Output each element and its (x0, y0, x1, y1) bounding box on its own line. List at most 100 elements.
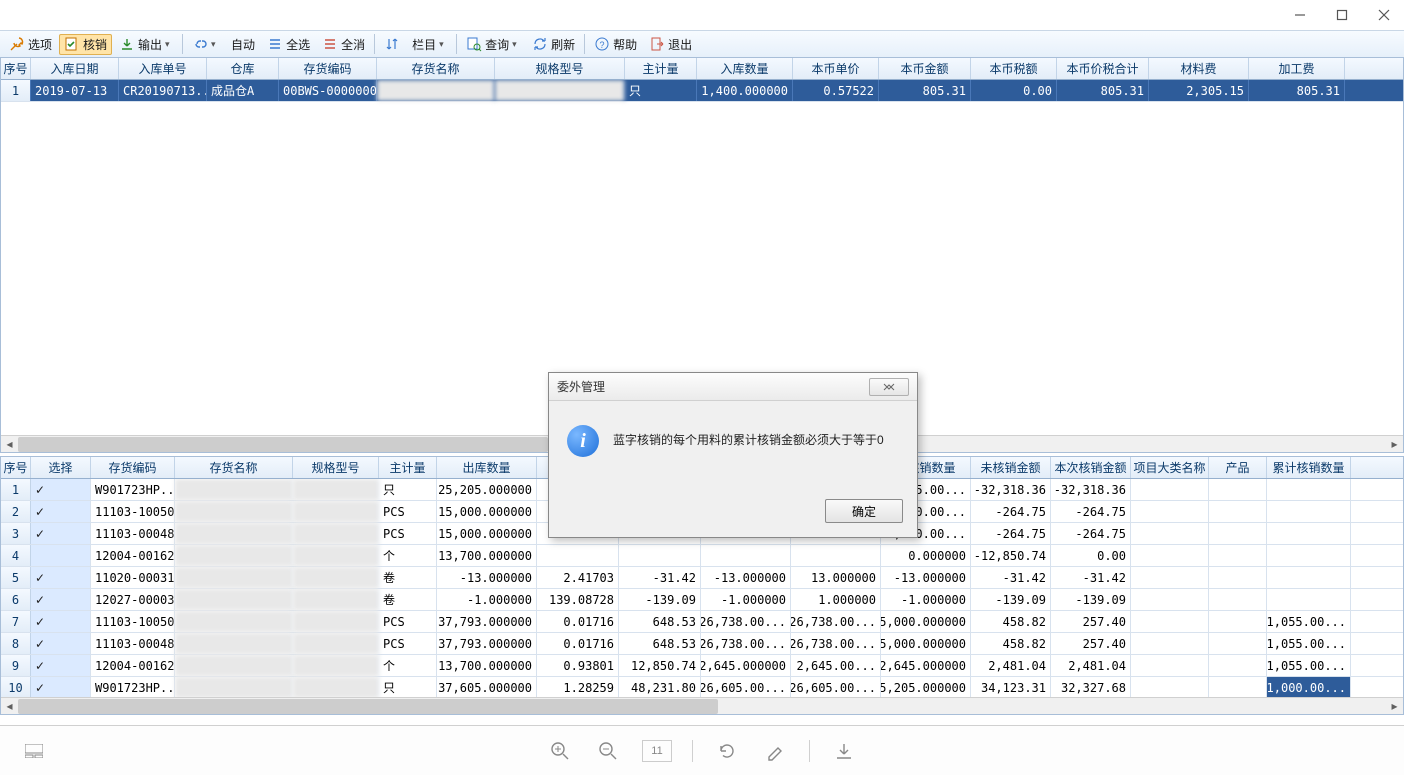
col-uom[interactable]: 主计量 (625, 58, 697, 79)
col-wh[interactable]: 仓库 (207, 58, 279, 79)
col-docno[interactable]: 入库单号 (119, 58, 207, 79)
cell-thisamt: 32,327.68 (1051, 677, 1131, 697)
col-name[interactable]: 存货名称 (377, 58, 495, 79)
col-price[interactable]: 本币单价 (793, 58, 879, 79)
cell-unamt: -264.75 (971, 523, 1051, 544)
cell-c8: 48,231.80 (619, 677, 701, 697)
col-code[interactable]: 存货编码 (91, 457, 175, 478)
chevron-down-icon: ▾ (512, 39, 520, 50)
col-proc[interactable]: 加工费 (1249, 58, 1345, 79)
help-label: 帮助 (613, 36, 637, 53)
table-row[interactable]: 8✓11103-00048xxxxxxxxPCS37,793.0000000.0… (1, 633, 1403, 655)
help-button[interactable]: ? 帮助 (589, 34, 642, 55)
table-row[interactable]: 7✓11103-10050xxxxxxxxPCS37,793.0000000.0… (1, 611, 1403, 633)
scroll-thumb[interactable] (18, 437, 548, 452)
cell-cum (1267, 545, 1351, 566)
cell-uom: PCS (379, 501, 437, 522)
col-spec[interactable]: 规格型号 (293, 457, 379, 478)
cell-thisamt: -31.42 (1051, 567, 1131, 588)
download-button[interactable] (830, 737, 858, 765)
col-outqty[interactable]: 出库数量 (437, 457, 537, 478)
col-thisamt[interactable]: 本次核销金额 (1051, 457, 1131, 478)
auto-button[interactable]: 自动 (226, 34, 260, 55)
verify-button[interactable]: 核销 (59, 34, 112, 55)
cell-name: xxxx (175, 479, 293, 500)
verify-label: 核销 (83, 36, 107, 53)
options-button[interactable]: 选项 (4, 34, 57, 55)
layout-icon[interactable] (20, 737, 48, 765)
col-sel[interactable]: 选择 (31, 457, 91, 478)
row-seq: 2 (1, 501, 31, 522)
separator (809, 740, 810, 762)
cell-unamt: -12,850.74 (971, 545, 1051, 566)
scroll-left-icon[interactable]: ◂ (1, 436, 18, 453)
col-tax[interactable]: 本币税额 (971, 58, 1057, 79)
cell-spec: xxxx (293, 545, 379, 566)
dialog-close-button[interactable] (869, 378, 909, 396)
scroll-right-icon[interactable]: ▸ (1386, 698, 1403, 715)
cell-spec: xxxx (293, 677, 379, 697)
edit-button[interactable] (761, 737, 789, 765)
ok-button[interactable]: 确定 (825, 499, 903, 523)
table-row[interactable]: 10✓W901723HP..xxxxxxxx只37,605.0000001.28… (1, 677, 1403, 697)
zoom-out-button[interactable] (594, 737, 622, 765)
zoom-in-button[interactable] (546, 737, 574, 765)
table-row[interactable]: 1 2019-07-13 CR20190713... 成品仓A 00BWS-00… (1, 80, 1403, 102)
col-seq[interactable]: 序号 (1, 58, 31, 79)
col-mat[interactable]: 材料费 (1149, 58, 1249, 79)
col-date[interactable]: 入库日期 (31, 58, 119, 79)
sort-button[interactable] (379, 34, 405, 54)
query-button[interactable]: 查询 ▾ (461, 34, 525, 55)
table-row[interactable]: 9✓12004-00162xxxxxxxx个13,700.0000000.938… (1, 655, 1403, 677)
statusbar: 11 (0, 725, 1404, 775)
link-button[interactable]: ▾ (187, 34, 224, 54)
scroll-left-icon[interactable]: ◂ (1, 698, 18, 715)
cell-code: W901723HP.. (91, 479, 175, 500)
exit-button[interactable]: 退出 (644, 34, 697, 55)
cell-name: xxxx (175, 677, 293, 697)
table-row[interactable]: 412004-00162xxxxxxxx个-13,700.0000000.000… (1, 545, 1403, 567)
main-toolbar: 选项 核销 输出 ▾ ▾ 自动 全选 全消 栏目 ▾ 查询 ▾ 刷新 ? (0, 30, 1404, 58)
col-total[interactable]: 本币价税合计 (1057, 58, 1149, 79)
close-button[interactable] (1372, 3, 1396, 27)
refresh-button[interactable]: 刷新 (527, 34, 580, 55)
page-indicator[interactable]: 11 (642, 740, 672, 762)
col-name[interactable]: 存货名称 (175, 457, 293, 478)
output-label: 输出 (138, 36, 162, 53)
redo-button[interactable] (713, 737, 741, 765)
auto-label: 自动 (231, 36, 255, 53)
bottom-hscrollbar[interactable]: ◂ ▸ (1, 697, 1403, 714)
columns-button[interactable]: 栏目 ▾ (407, 34, 452, 55)
col-cum[interactable]: 累计核销数量 (1267, 457, 1351, 478)
col-prod[interactable]: 产品 (1209, 457, 1267, 478)
row-seq: 10 (1, 677, 31, 697)
cell-c8: 12,850.74 (619, 655, 701, 676)
cell-sel: ✓ (31, 501, 91, 522)
col-proj[interactable]: 项目大类名称 (1131, 457, 1209, 478)
col-uom[interactable]: 主计量 (379, 457, 437, 478)
col-code[interactable]: 存货编码 (279, 58, 377, 79)
chevron-down-icon: ▾ (439, 39, 447, 50)
table-row[interactable]: 5✓11020-00031xxxxxxxx卷-13.0000002.41703-… (1, 567, 1403, 589)
select-all-button[interactable]: 全选 (262, 34, 315, 55)
output-button[interactable]: 输出 ▾ (114, 34, 178, 55)
cell-tax: 0.00 (971, 80, 1057, 101)
col-seq[interactable]: 序号 (1, 457, 31, 478)
dialog-body: i 蓝字核销的每个用料的累计核销金额必须大于等于0 (549, 401, 917, 491)
table-row[interactable]: 6✓12027-00003xxxxxxxx卷-1.000000139.08728… (1, 589, 1403, 611)
maximize-button[interactable] (1330, 3, 1354, 27)
cell-c8: 648.53 (619, 633, 701, 654)
col-qty[interactable]: 入库数量 (697, 58, 793, 79)
scroll-right-icon[interactable]: ▸ (1386, 436, 1403, 453)
cell-out: -25,205.000000 (437, 479, 537, 500)
col-unamt[interactable]: 未核销金额 (971, 457, 1051, 478)
minimize-button[interactable] (1288, 3, 1312, 27)
col-amt[interactable]: 本币金额 (879, 58, 971, 79)
cell-c10: 13.000000 (791, 567, 881, 588)
scroll-thumb[interactable] (18, 699, 718, 714)
options-label: 选项 (28, 36, 52, 53)
exit-icon (649, 36, 665, 52)
col-spec[interactable]: 规格型号 (495, 58, 625, 79)
clear-all-button[interactable]: 全消 (317, 34, 370, 55)
dialog-titlebar[interactable]: 委外管理 (549, 373, 917, 401)
